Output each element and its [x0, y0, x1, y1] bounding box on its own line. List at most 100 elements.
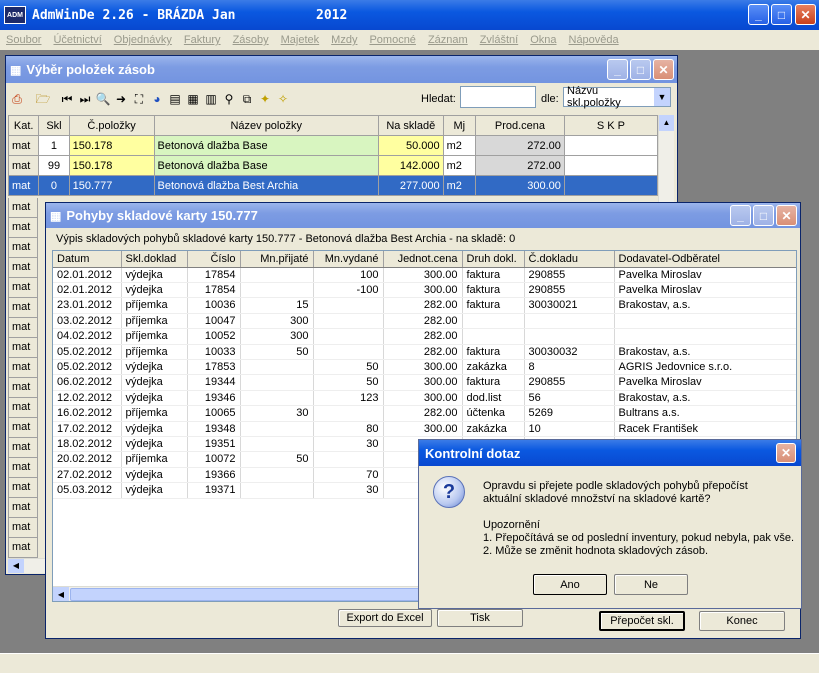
moves-col-header[interactable]: Jednot.cena — [383, 251, 463, 268]
list-item[interactable]: 05.02.2012 příjemka 10033 50 282.00 faktura 30… — [53, 344, 796, 360]
moves-close-button[interactable]: ✕ — [776, 205, 797, 226]
row-kat[interactable]: mat — [8, 398, 38, 418]
col-mj[interactable]: Mj — [442, 115, 476, 136]
print-icon[interactable]: ⎙ — [9, 91, 25, 107]
list-item[interactable]: 02.01.2012 výdejka 17854 -100 300.00 faktura 2… — [53, 282, 796, 299]
moves-col-header[interactable]: Mn.přijaté — [240, 251, 314, 268]
menu-faktury[interactable]: Faktury — [184, 34, 221, 46]
yes-button[interactable]: Ano — [533, 574, 607, 595]
moves-minimize-button[interactable]: _ — [730, 205, 751, 226]
col-nazev[interactable]: Název položky — [153, 115, 379, 136]
col-skp[interactable]: S K P — [563, 115, 659, 136]
moves-col-header[interactable]: Dodavatel-Odběratel — [614, 251, 796, 268]
moves-maximize-button[interactable]: □ — [753, 205, 774, 226]
open-folder-icon[interactable]: 🗁 — [35, 91, 51, 107]
export-icon[interactable]: ▤ — [167, 91, 183, 107]
row-kat[interactable]: mat — [8, 238, 38, 258]
list-item[interactable]: 04.02.2012 příjemka 10052 300 282.00 — [53, 328, 796, 345]
menu-majetek[interactable]: Majetek — [281, 34, 320, 46]
copy-icon[interactable]: ⧉ — [239, 91, 255, 107]
moves-col-header[interactable]: Druh dokl. — [462, 251, 525, 268]
row-kat[interactable]: mat — [8, 498, 38, 518]
scroll-left-icon[interactable]: ◀ — [8, 559, 24, 573]
row-kat[interactable]: mat — [8, 218, 38, 238]
menu-napoveda[interactable]: Nápověda — [569, 34, 619, 46]
search-icon[interactable]: 🔍 — [95, 91, 111, 107]
items-minimize-button[interactable]: _ — [607, 59, 628, 80]
menu-zaznam[interactable]: Záznam — [428, 34, 468, 46]
items-close-button[interactable]: ✕ — [653, 59, 674, 80]
menu-zvlastni[interactable]: Zvláštní — [480, 34, 519, 46]
dialog-note: Upozornění 1. Přepočítává se od poslední… — [483, 519, 794, 558]
moves-col-header[interactable]: Datum — [53, 251, 122, 268]
select-area-icon[interactable]: ⛶ — [131, 91, 147, 107]
list-item[interactable]: 17.02.2012 výdejka 19348 80 300.00 zakázka 10 R… — [53, 421, 796, 437]
print-button[interactable]: Tisk — [437, 609, 523, 627]
search-input[interactable] — [460, 86, 536, 108]
list-item[interactable]: 06.02.2012 výdejka 19344 50 300.00 faktura 290… — [53, 374, 796, 391]
main-minimize-button[interactable]: _ — [748, 4, 769, 25]
moves-col-header[interactable]: Mn.vydané — [313, 251, 384, 268]
row-kat[interactable]: mat — [8, 338, 38, 358]
row-kat[interactable]: mat — [8, 518, 38, 538]
moves-col-header[interactable]: Skl.doklad — [121, 251, 188, 268]
row-kat[interactable]: mat — [8, 198, 38, 218]
dialog-close-button[interactable]: ✕ — [776, 443, 796, 463]
forward-icon[interactable]: ➜ — [113, 91, 129, 107]
row-kat[interactable]: mat — [8, 478, 38, 498]
row-kat[interactable]: mat — [8, 278, 38, 298]
moves-col-header[interactable]: Číslo — [187, 251, 241, 268]
menu-zasoby[interactable]: Zásoby — [233, 34, 269, 46]
binoculars-icon[interactable]: ⚲ — [221, 91, 237, 107]
row-kat[interactable]: mat — [8, 258, 38, 278]
col-kat[interactable]: Kat. — [7, 115, 40, 136]
recalc-button[interactable]: Přepočet skl. — [599, 611, 685, 631]
row-kat[interactable]: mat — [8, 318, 38, 338]
list-item[interactable]: 23.01.2012 příjemka 10036 15 282.00 faktura 30… — [53, 297, 796, 314]
menu-objednavky[interactable]: Objednávky — [114, 34, 172, 46]
end-button[interactable]: Konec — [699, 611, 785, 631]
search-by-select[interactable]: Názvu skl.položky ▼ — [563, 85, 671, 109]
row-kat[interactable]: mat — [8, 378, 38, 398]
main-close-button[interactable]: ✕ — [795, 4, 816, 25]
export-excel-button[interactable]: Export do Excel — [338, 609, 432, 627]
col-cena[interactable]: Prod.cena — [474, 115, 565, 136]
menu-pomocne[interactable]: Pomocné — [369, 34, 415, 46]
col-cislo[interactable]: Č.položky — [68, 115, 155, 136]
col-skl[interactable]: Skl — [38, 115, 70, 136]
row-kat[interactable]: mat — [8, 418, 38, 438]
document-icon[interactable]: ▥ — [203, 91, 219, 107]
main-maximize-button[interactable]: □ — [771, 4, 792, 25]
row-kat[interactable]: mat — [8, 438, 38, 458]
col-sklad[interactable]: Na skladě — [377, 115, 444, 136]
table-row[interactable]: mat 99 150.178 Betonová dlažba Base 142.… — [7, 155, 659, 176]
table-row[interactable]: mat 1 150.178 Betonová dlažba Base 50.00… — [7, 135, 659, 156]
row-kat[interactable]: mat — [8, 358, 38, 378]
menu-soubor[interactable]: Soubor — [6, 34, 41, 46]
scroll-up-icon[interactable]: ▲ — [659, 115, 674, 131]
items-horizontal-scrollbar[interactable]: ◀ — [8, 558, 48, 573]
tool-icon[interactable]: ✦ — [257, 91, 273, 107]
menu-mzdy[interactable]: Mzdy — [331, 34, 357, 46]
list-item[interactable]: 16.02.2012 příjemka 10065 30 282.00 účtenka 52… — [53, 405, 796, 422]
row-kat[interactable]: mat — [8, 458, 38, 478]
first-record-icon[interactable]: ⏮ — [59, 91, 75, 107]
row-kat[interactable]: mat — [8, 538, 38, 558]
list-item[interactable]: 03.02.2012 příjemka 10047 300 282.00 — [53, 313, 796, 330]
list-item[interactable]: 05.02.2012 výdejka 17853 50 300.00 zakázka 8 AG… — [53, 359, 796, 376]
scroll-left-icon[interactable]: ◀ — [53, 587, 69, 601]
menu-okna[interactable]: Okna — [530, 34, 556, 46]
menu-ucetnictvi[interactable]: Účetnictví — [53, 34, 101, 46]
moves-col-header[interactable]: Č.dokladu — [524, 251, 615, 268]
chevron-down-icon[interactable]: ▼ — [654, 88, 670, 106]
table-icon[interactable]: ▦ — [185, 91, 201, 107]
table-row-selected[interactable]: mat 0 150.777 Betonová dlažba Best Archi… — [7, 175, 659, 196]
list-item[interactable]: 02.01.2012 výdejka 17854 100 300.00 faktura 29… — [53, 267, 796, 283]
wand-icon[interactable]: ✧ — [275, 91, 291, 107]
last-record-icon[interactable]: ⏭ — [77, 91, 93, 107]
items-maximize-button[interactable]: □ — [630, 59, 651, 80]
no-button[interactable]: Ne — [614, 574, 688, 595]
row-kat[interactable]: mat — [8, 298, 38, 318]
pie-chart-icon[interactable]: ◕ — [149, 91, 165, 107]
list-item[interactable]: 12.02.2012 výdejka 19346 123 300.00 dod.list 5… — [53, 390, 796, 407]
